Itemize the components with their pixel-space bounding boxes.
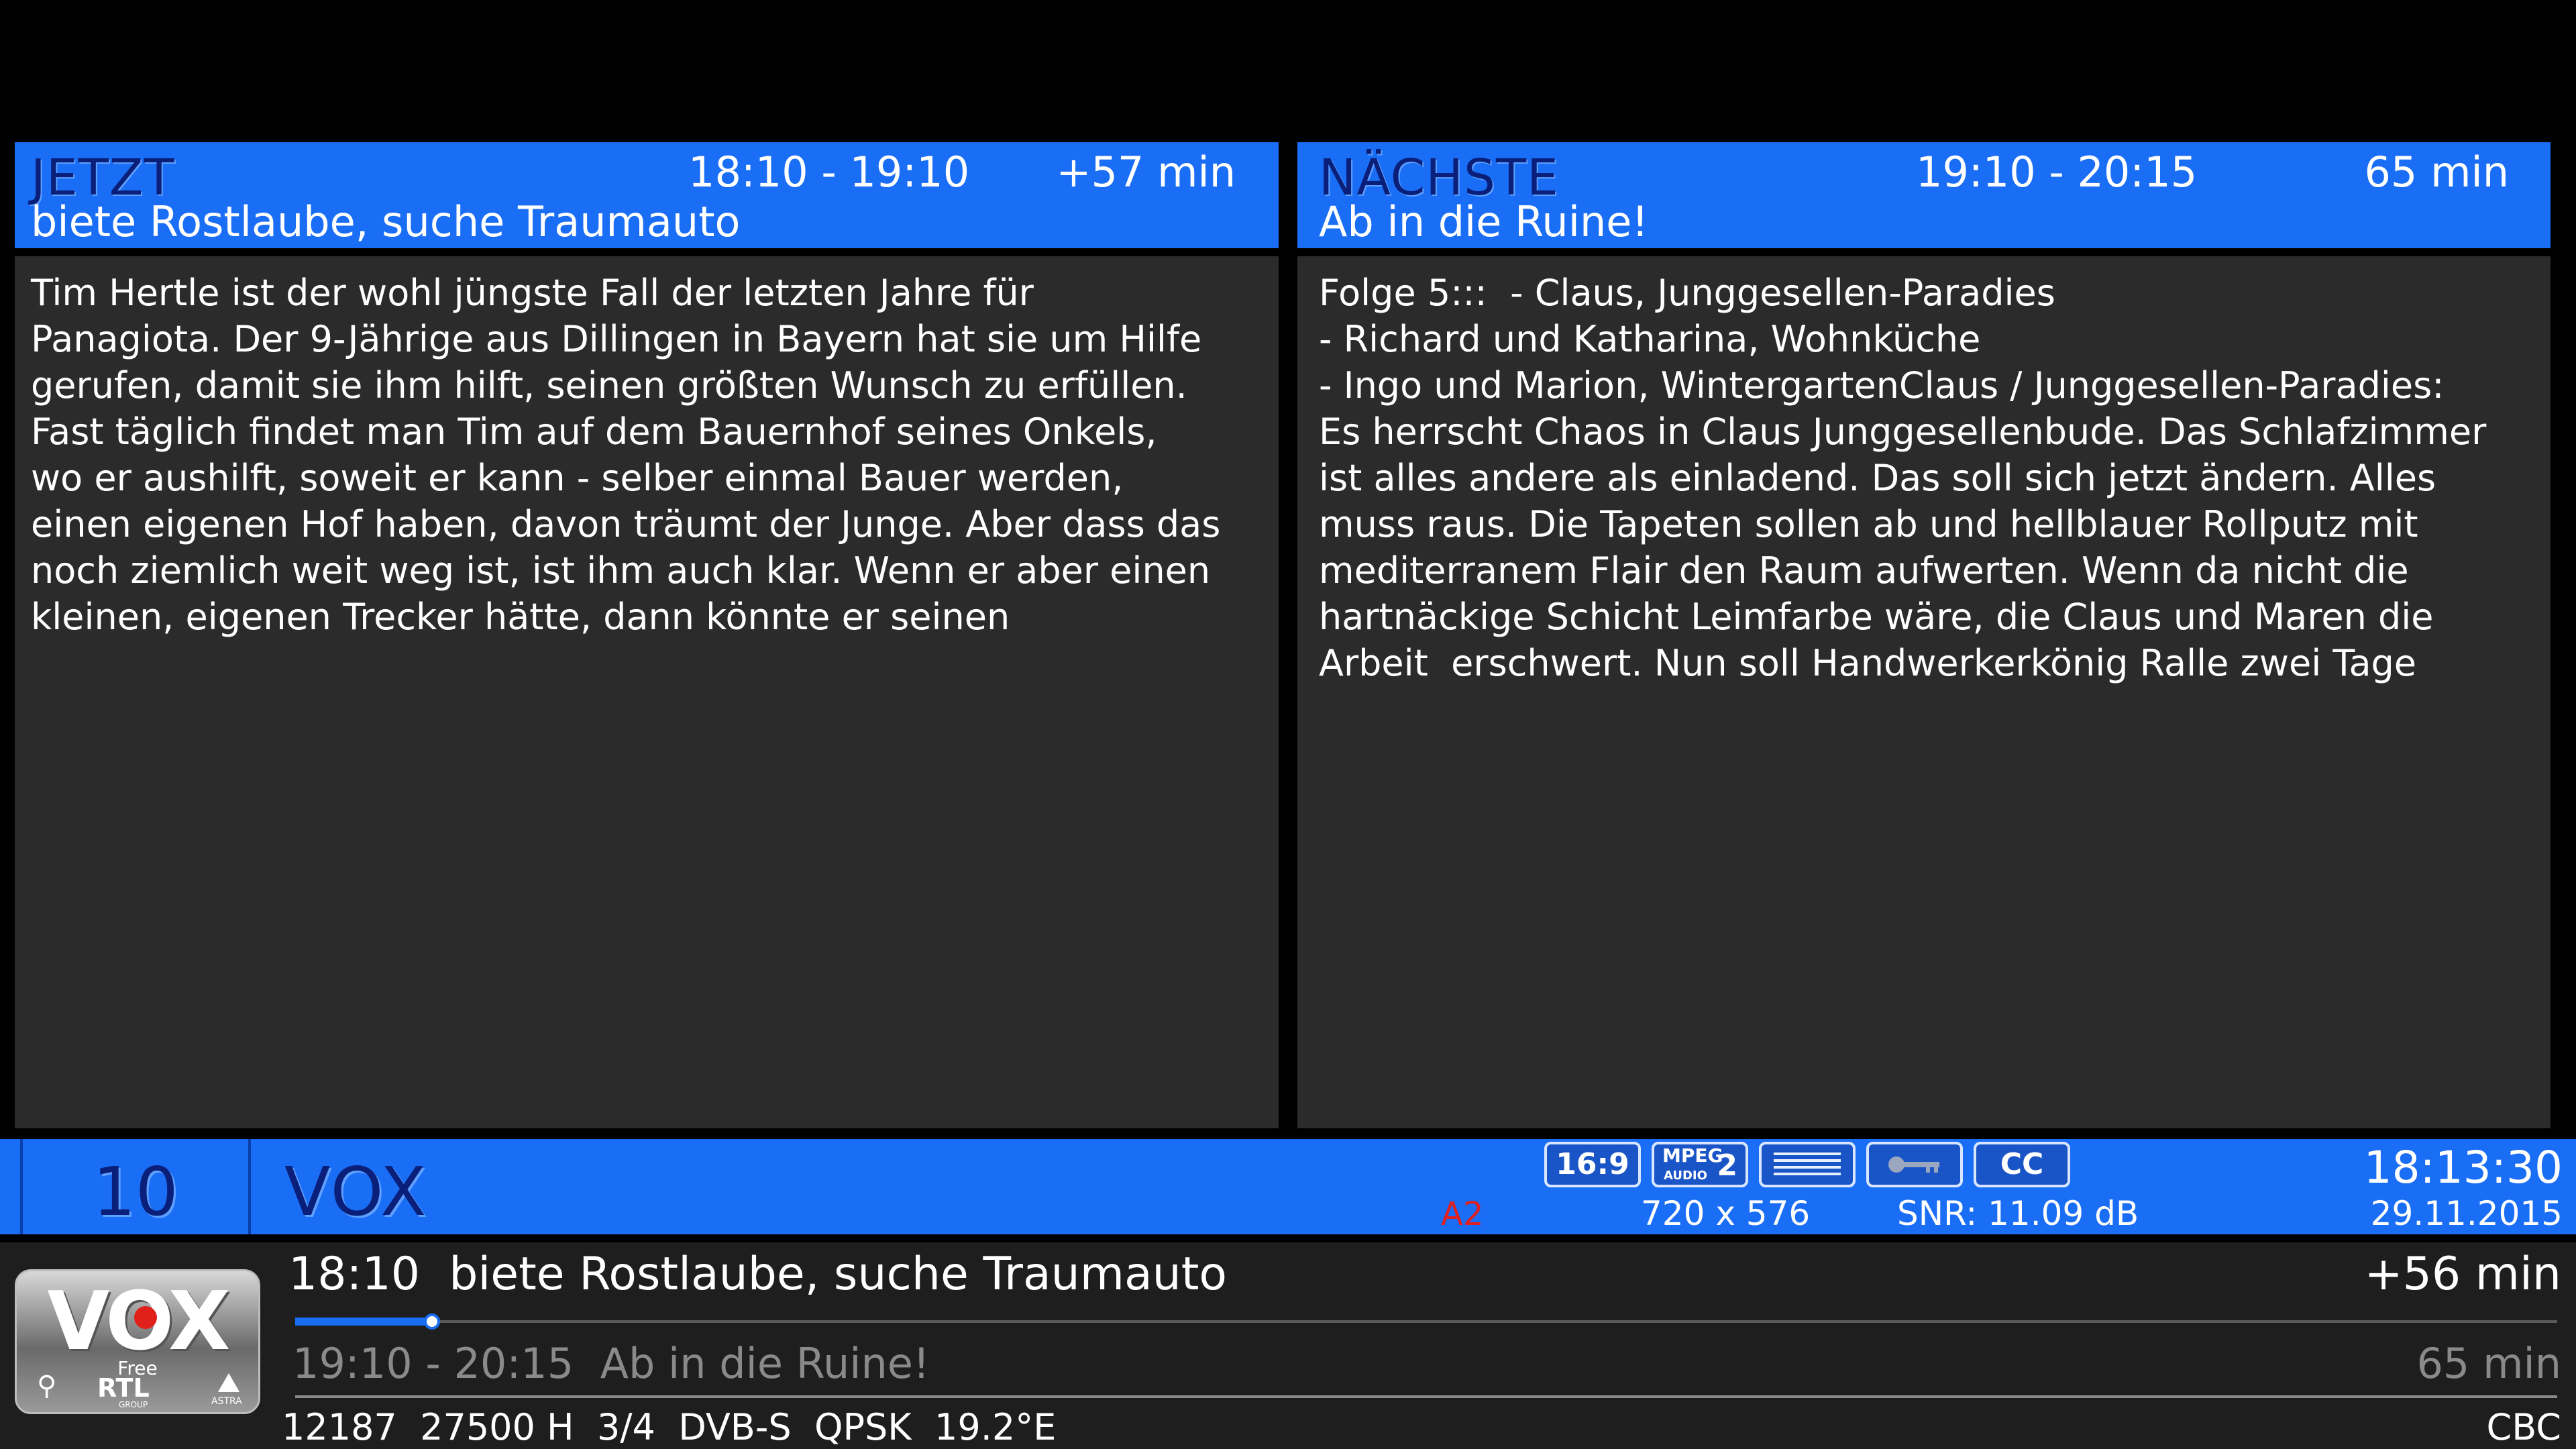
ca-system: CBC (2486, 1406, 2561, 1448)
channel-logo: VOX Free RTL GROUP ASTRA ⚲ (15, 1269, 260, 1414)
current-remaining: +56 min (2364, 1248, 2561, 1301)
progress-knob (424, 1313, 440, 1330)
now-duration: +57 min (1056, 148, 1236, 197)
logo-dot-icon (134, 1306, 157, 1329)
clock: 18:13:30 (2363, 1142, 2563, 1193)
next-description: Folge 5::: - Claus, Junggesellen-Paradie… (1319, 272, 2487, 684)
snr: SNR: 11.09 dB (1897, 1194, 2139, 1233)
current-event: 18:10 biete Rostlaube, suche Traumauto (288, 1248, 1227, 1301)
following-event: 19:10 - 20:15 Ab in die Ruine! (292, 1339, 930, 1388)
next-header: NÄCHSTE 19:10 - 20:15 65 min Ab in die R… (1297, 142, 2551, 248)
current-title: biete Rostlaube, suche Traumauto (449, 1248, 1227, 1301)
next-duration: 65 min (2364, 148, 2509, 197)
channel-bar: 10 VOX 16:9 MPEG AUDIO 2 CC A2 720 x 576… (0, 1139, 2576, 1234)
channel-number: 10 (93, 1152, 178, 1231)
date: 29.11.2015 (2370, 1194, 2563, 1233)
mpeg-audio-label: AUDIO (1664, 1169, 1707, 1183)
now-description-panel[interactable]: Tim Hertle ist der wohl jüngste Fall der… (15, 256, 1279, 1128)
logo-group-sub: GROUP (119, 1400, 148, 1409)
following-duration: 65 min (2416, 1339, 2561, 1388)
resolution: 720 x 576 (1641, 1194, 1811, 1233)
key-icon (1866, 1142, 1963, 1187)
now-description: Tim Hertle ist der wohl jüngste Fall der… (31, 272, 1221, 638)
divider (248, 1139, 251, 1234)
channel-name: VOX (284, 1152, 428, 1231)
mpeg-label: MPEG (1662, 1144, 1723, 1167)
cc-badge: CC (1974, 1142, 2070, 1187)
teletext-icon (1759, 1142, 1856, 1187)
next-title: Ab in die Ruine! (1319, 197, 1649, 246)
infobar: VOX Free RTL GROUP ASTRA ⚲ 18:10 biete R… (0, 1242, 2576, 1449)
satellite-icon: ⚲ (37, 1371, 57, 1401)
now-header: JETZT 18:10 - 19:10 +57 min biete Rostla… (15, 142, 1279, 248)
next-description-panel[interactable]: Folge 5::: - Claus, Junggesellen-Paradie… (1297, 256, 2551, 1128)
logo-group: RTL (97, 1373, 150, 1403)
next-time: 19:10 - 20:15 (1916, 148, 2198, 197)
astra-icon (218, 1373, 239, 1392)
current-start: 18:10 (288, 1248, 420, 1301)
following-title: Ab in die Ruine! (600, 1339, 930, 1388)
tuner-info: 12187 27500 H 3/4 DVB-S QPSK 19.2°E (282, 1406, 1057, 1448)
mpeg-audio-badge: MPEG AUDIO 2 (1652, 1142, 1748, 1187)
now-title: biete Rostlaube, suche Traumauto (31, 197, 741, 246)
mpeg-number: 2 (1717, 1148, 1737, 1183)
progress-fill (295, 1318, 431, 1326)
separator (295, 1395, 2557, 1398)
audio-tag: A2 (1441, 1195, 1484, 1233)
now-time: 18:10 - 19:10 (688, 148, 970, 197)
progress-track (295, 1313, 2557, 1330)
logo-sat: ASTRA (211, 1396, 242, 1407)
aspect-ratio-badge: 16:9 (1544, 1142, 1641, 1187)
following-time: 19:10 - 20:15 (292, 1339, 574, 1388)
